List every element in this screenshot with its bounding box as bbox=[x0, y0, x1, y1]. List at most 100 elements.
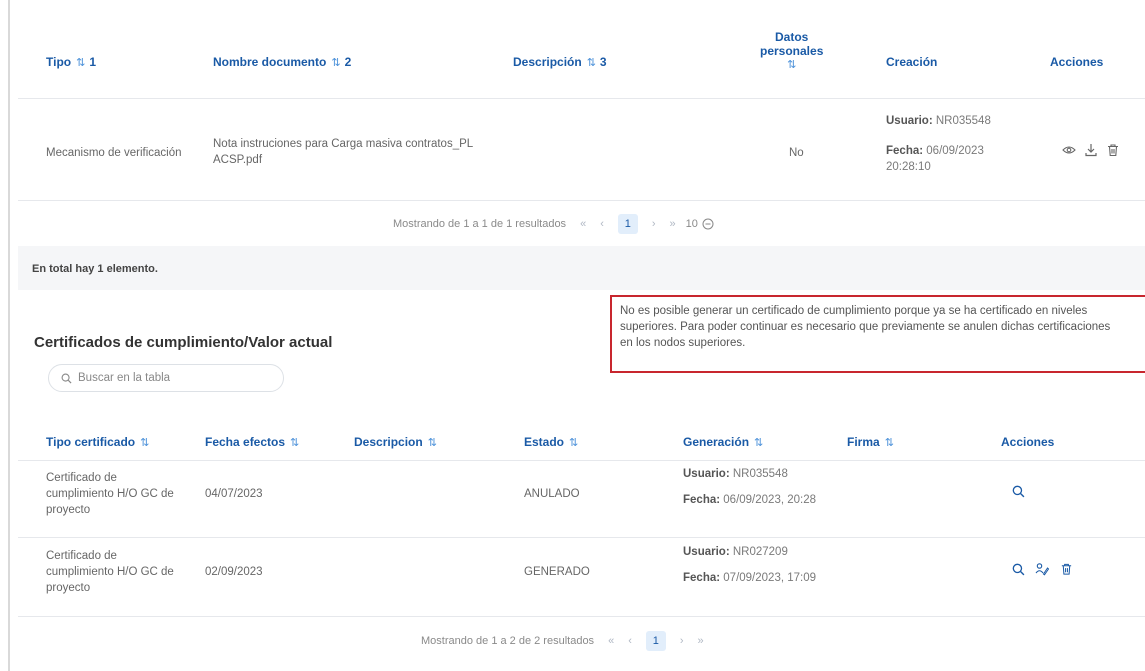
fecha-value: 06/09/2023, 20:28 bbox=[723, 494, 817, 506]
cert-fecha-generacion: Fecha: 07/09/2023, 17:09 bbox=[683, 572, 816, 584]
col-header-descripcion[interactable]: Descripción ⇅ 3 bbox=[513, 55, 607, 69]
sort-icon: ⇅ bbox=[290, 437, 300, 449]
col-header-datos-personales[interactable]: Datos personales ⇅ bbox=[760, 30, 823, 72]
col-header-tipo[interactable]: Tipo ⇅ 1 bbox=[46, 55, 96, 69]
cert-tipo-line: proyecto bbox=[46, 582, 91, 594]
usuario-label: Usuario: bbox=[683, 546, 730, 558]
pager-prev-button[interactable]: ‹ bbox=[628, 635, 632, 647]
cert-fecha-generacion: Fecha: 06/09/2023, 20:28 bbox=[683, 494, 816, 506]
cert-usuario: Usuario: NR027209 bbox=[683, 546, 788, 558]
usuario-value: NR035548 bbox=[732, 468, 788, 480]
doc-nombre-line2: ACSP.pdf bbox=[213, 154, 263, 166]
pager-next-button[interactable]: › bbox=[680, 635, 684, 647]
search-input[interactable] bbox=[78, 372, 258, 384]
cert-actions bbox=[1010, 561, 1074, 577]
pager-prev-button[interactable]: ‹ bbox=[600, 218, 604, 230]
sort-order-badge: 1 bbox=[89, 55, 97, 69]
cert-tipo-cell: Certificado de cumplimiento H/O GC de pr… bbox=[46, 470, 174, 518]
documents-table-card: Tipo ⇅ 1 Nombre documento ⇅ 2 Descripción ⇅ 3 … bbox=[18, 8, 1145, 246]
col-header-tipo-certificado[interactable]: Tipo certificado ⇅ bbox=[46, 435, 149, 449]
doc-nombre-line1: Nota instruciones para Carga masiva cont… bbox=[213, 138, 474, 150]
pager-summary: Mostrando de 1 a 1 de 1 resultados bbox=[393, 218, 567, 230]
signature-icon[interactable] bbox=[1034, 561, 1050, 577]
section-title: Certificados de cumplimiento/Valor actua… bbox=[34, 334, 333, 351]
doc-tipo-cell: Mecanismo de verificación bbox=[46, 147, 182, 159]
col-header-datos-line1: Datos bbox=[775, 30, 809, 44]
page-content: Tipo ⇅ 1 Nombre documento ⇅ 2 Descripción ⇅ 3 … bbox=[18, 8, 1145, 671]
usuario-value: NR035548 bbox=[935, 115, 991, 127]
col-header-acciones: Acciones bbox=[1001, 435, 1055, 449]
sort-order-badge: 3 bbox=[599, 55, 607, 69]
pager-page-1[interactable]: 1 bbox=[617, 214, 638, 234]
col-header-label: Fecha efectos bbox=[205, 435, 286, 449]
col-header-nombre-label: Nombre documento bbox=[213, 55, 327, 69]
col-header-estado[interactable]: Estado ⇅ bbox=[524, 435, 578, 449]
cert-tipo-cell: Certificado de cumplimiento H/O GC de pr… bbox=[46, 548, 174, 596]
pager-last-button[interactable]: » bbox=[698, 635, 704, 647]
cert-tipo-line: cumplimiento H/O GC de bbox=[46, 488, 174, 500]
download-icon[interactable] bbox=[1083, 142, 1099, 158]
col-header-firma[interactable]: Firma ⇅ bbox=[847, 435, 894, 449]
documents-paginator: Mostrando de 1 a 1 de 1 resultados « ‹ 1… bbox=[393, 214, 714, 234]
col-header-descripcion[interactable]: Descripcion ⇅ bbox=[354, 435, 437, 449]
fecha-label: Fecha: bbox=[683, 494, 721, 506]
col-header-fecha-efectos[interactable]: Fecha efectos ⇅ bbox=[205, 435, 299, 449]
pager-first-button[interactable]: « bbox=[608, 635, 614, 647]
row-divider bbox=[18, 537, 1145, 538]
col-header-label: Firma bbox=[847, 435, 880, 449]
doc-usuario: Usuario: NR035548 bbox=[886, 115, 991, 127]
col-header-datos-line2: personales bbox=[760, 44, 824, 58]
cert-fecha-cell: 02/09/2023 bbox=[205, 566, 263, 578]
warning-message: No es posible generar un certificado de … bbox=[610, 295, 1145, 373]
circle-minus-icon bbox=[702, 218, 714, 230]
pager-summary: Mostrando de 1 a 2 de 2 resultados bbox=[421, 635, 595, 647]
table-search-box[interactable] bbox=[48, 364, 284, 392]
fecha-label: Fecha: bbox=[886, 145, 924, 157]
trash-icon[interactable] bbox=[1105, 142, 1121, 158]
cert-actions bbox=[1010, 483, 1026, 503]
col-header-label: Tipo certificado bbox=[46, 435, 136, 449]
col-header-descripcion-label: Descripción bbox=[513, 55, 582, 69]
search-icon[interactable] bbox=[1010, 483, 1026, 499]
trash-icon[interactable] bbox=[1058, 561, 1074, 577]
col-header-generacion[interactable]: Generación ⇅ bbox=[683, 435, 763, 449]
sort-icon: ⇅ bbox=[787, 59, 797, 71]
row-divider bbox=[18, 200, 1145, 201]
eye-icon[interactable] bbox=[1061, 142, 1077, 158]
usuario-value: NR027209 bbox=[732, 546, 788, 558]
sort-icon: ⇅ bbox=[754, 437, 764, 449]
search-icon[interactable] bbox=[1010, 561, 1026, 577]
doc-fecha: Fecha: 06/09/2023 20:28:10 bbox=[886, 143, 984, 175]
row-divider bbox=[18, 98, 1145, 99]
total-elements-text: En total hay 1 elemento. bbox=[32, 263, 158, 275]
pager-first-button[interactable]: « bbox=[580, 218, 586, 230]
usuario-label: Usuario: bbox=[683, 468, 730, 480]
cert-tipo-line: proyecto bbox=[46, 504, 91, 516]
warning-line: superiores. Para poder continuar es nece… bbox=[620, 321, 1111, 333]
pager-page-1[interactable]: 1 bbox=[645, 631, 666, 651]
page-left-border bbox=[8, 0, 10, 671]
pager-last-button[interactable]: » bbox=[670, 218, 676, 230]
certificates-paginator: Mostrando de 1 a 2 de 2 resultados « ‹ 1… bbox=[421, 631, 704, 651]
cert-tipo-line: Certificado de bbox=[46, 472, 117, 484]
doc-actions bbox=[1061, 142, 1121, 158]
doc-datos-personales-cell: No bbox=[789, 147, 804, 159]
row-divider bbox=[18, 616, 1145, 617]
page-size-select[interactable]: 10 bbox=[686, 218, 714, 230]
cert-estado-cell: GENERADO bbox=[524, 566, 590, 578]
cert-tipo-line: cumplimiento H/O GC de bbox=[46, 566, 174, 578]
col-header-tipo-label: Tipo bbox=[46, 55, 72, 69]
col-header-nombre-documento[interactable]: Nombre documento ⇅ 2 bbox=[213, 55, 351, 69]
doc-nombre-cell: Nota instruciones para Carga masiva cont… bbox=[213, 136, 473, 168]
col-header-creacion[interactable]: Creación bbox=[886, 55, 937, 69]
certificates-card: Certificados de cumplimiento/Valor actua… bbox=[18, 290, 1145, 671]
col-header-label: Generación bbox=[683, 435, 750, 449]
cert-estado-cell: ANULADO bbox=[524, 488, 580, 500]
fecha-time: 20:28:10 bbox=[886, 161, 931, 173]
sort-icon: ⇅ bbox=[884, 437, 894, 449]
sort-icon: ⇅ bbox=[76, 57, 86, 69]
pager-next-button[interactable]: › bbox=[652, 218, 656, 230]
warning-line: No es posible generar un certificado de … bbox=[620, 305, 1088, 317]
fecha-value: 06/09/2023 bbox=[926, 145, 984, 157]
col-header-label: Descripcion bbox=[354, 435, 423, 449]
